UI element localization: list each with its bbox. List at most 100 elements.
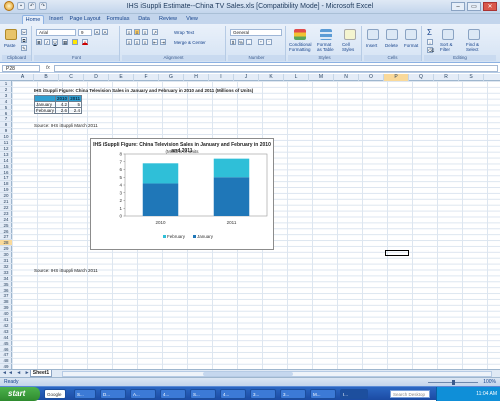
align-middle-icon[interactable]: ≡ (134, 29, 140, 35)
delete-cells-icon[interactable] (386, 29, 398, 40)
sort-filter-button[interactable]: Sort & Filter (440, 42, 460, 52)
tab-home[interactable]: Home (22, 15, 44, 24)
tab-view[interactable]: View (182, 15, 202, 24)
font-size-select[interactable]: 9 (78, 29, 92, 36)
scroll-thumb[interactable] (203, 372, 293, 376)
increase-decimal-icon[interactable]: ⁺ (258, 39, 264, 45)
maximize-button[interactable]: ▭ (467, 2, 481, 11)
percent-button[interactable]: % (238, 39, 244, 45)
minimize-button[interactable]: – (451, 2, 465, 11)
taskbar-button[interactable]: S... (190, 389, 216, 399)
decrease-decimal-icon[interactable]: ⁻ (266, 39, 272, 45)
currency-button[interactable]: $ (230, 39, 236, 45)
taskbar-button[interactable]: A... (130, 389, 156, 399)
align-bottom-icon[interactable]: ≡ (142, 29, 148, 35)
fx-icon[interactable]: fx (46, 65, 50, 71)
close-button[interactable]: ✕ (483, 2, 497, 11)
column-header[interactable]: P (384, 74, 409, 81)
borders-icon[interactable]: ▦ (62, 39, 68, 45)
column-header[interactable]: S (459, 74, 484, 81)
row-label-february[interactable]: February (33, 107, 57, 114)
align-center-icon[interactable]: ≡ (134, 39, 140, 45)
decrease-indent-icon[interactable]: ⇤ (152, 39, 158, 45)
italic-button[interactable]: I (44, 39, 50, 45)
column-header[interactable]: B (34, 74, 59, 81)
desktop-search-input[interactable]: Search Desktop (390, 390, 430, 398)
column-header[interactable]: D (84, 74, 109, 81)
taskbar-button[interactable]: 3... (280, 389, 306, 399)
column-header[interactable]: J (234, 74, 259, 81)
taskbar-button[interactable]: M... (310, 389, 336, 399)
cell-february-2010[interactable]: 2.6 (55, 107, 70, 114)
format-button[interactable]: Format (404, 43, 418, 48)
column-header[interactable]: F (134, 74, 159, 81)
number-format-select[interactable]: General (230, 29, 282, 36)
taskbar-google[interactable]: Google (44, 389, 66, 399)
cell-styles-button[interactable]: Cell Styles (342, 42, 358, 52)
format-painter-icon[interactable]: ✎ (21, 45, 27, 51)
table-header-2010[interactable]: 2010 (55, 95, 70, 102)
tab-review[interactable]: Review (156, 15, 180, 24)
tab-insert[interactable]: Insert (46, 15, 66, 24)
zoom-slider-knob[interactable] (452, 380, 455, 385)
column-header[interactable]: Q (409, 74, 434, 81)
table-header-2011[interactable]: 2011 (68, 95, 83, 102)
tab-data[interactable]: Data (134, 15, 154, 24)
taskbar-button[interactable]: S... (74, 389, 96, 399)
shrink-font-icon[interactable]: A (102, 29, 108, 35)
active-cell-selection[interactable] (385, 250, 409, 256)
merge-center-button[interactable]: Merge & Center (174, 40, 206, 45)
increase-indent-icon[interactable]: ⇥ (160, 39, 166, 45)
fill-icon[interactable]: ↓ (427, 39, 433, 45)
paste-icon[interactable] (5, 29, 17, 40)
conditional-formatting-icon[interactable] (294, 29, 306, 40)
fill-color-icon[interactable] (72, 39, 78, 45)
align-left-icon[interactable]: ≡ (126, 39, 132, 45)
sort-filter-icon[interactable] (442, 29, 454, 40)
tab-page-layout[interactable]: Page Layout (68, 15, 102, 24)
tab-formulas[interactable]: Formulas (104, 15, 132, 24)
font-color-icon[interactable]: A (82, 39, 88, 45)
font-name-select[interactable]: Arial (36, 29, 76, 36)
name-box[interactable]: P28 (2, 65, 40, 72)
column-header[interactable]: L (284, 74, 309, 81)
orientation-icon[interactable]: ↗ (152, 29, 158, 35)
column-header[interactable]: N (334, 74, 359, 81)
align-top-icon[interactable]: ≡ (126, 29, 132, 35)
taskbar-button[interactable]: 4... (220, 389, 246, 399)
format-cells-icon[interactable] (405, 29, 417, 40)
bold-button[interactable]: B (36, 39, 42, 45)
format-as-table-button[interactable]: Format as Table (317, 42, 337, 52)
autosum-button[interactable]: Σ (427, 28, 432, 37)
copy-icon[interactable]: ⧉ (21, 37, 27, 43)
taskbar-button[interactable]: 3... (250, 389, 276, 399)
column-header[interactable]: K (259, 74, 284, 81)
zoom-level[interactable]: 100% (483, 379, 496, 385)
formula-input[interactable] (54, 65, 498, 72)
sheet-tab-sheet1[interactable]: Sheet1 (30, 370, 52, 377)
column-header[interactable]: R (434, 74, 459, 81)
column-header[interactable]: G (159, 74, 184, 81)
column-header[interactable]: H (184, 74, 209, 81)
column-header[interactable]: A (12, 74, 34, 81)
taskbar-button-excel[interactable]: I... (340, 389, 368, 399)
taskbar-button[interactable]: D... (100, 389, 126, 399)
column-header[interactable]: E (109, 74, 134, 81)
cell-february-2011[interactable]: 2.4 (68, 107, 83, 114)
column-header[interactable]: C (59, 74, 84, 81)
cell-styles-icon[interactable] (344, 29, 356, 40)
underline-button[interactable]: U (52, 39, 58, 45)
align-right-icon[interactable]: ≡ (142, 39, 148, 45)
column-header[interactable]: O (359, 74, 384, 81)
find-select-button[interactable]: Find & Select (466, 42, 486, 52)
embedded-chart[interactable]: IHS iSuppli Figure: China Television Sal… (90, 138, 274, 250)
paste-button[interactable]: Paste (4, 43, 16, 48)
conditional-formatting-button[interactable]: Conditional Formatting (289, 42, 313, 52)
column-header[interactable]: I (209, 74, 234, 81)
start-button[interactable]: start (0, 387, 40, 401)
taskbar-button[interactable]: 4... (160, 389, 186, 399)
comma-button[interactable]: , (246, 39, 252, 45)
zoom-slider[interactable] (428, 380, 478, 385)
column-header[interactable]: M (309, 74, 334, 81)
format-table-icon[interactable] (320, 29, 332, 40)
